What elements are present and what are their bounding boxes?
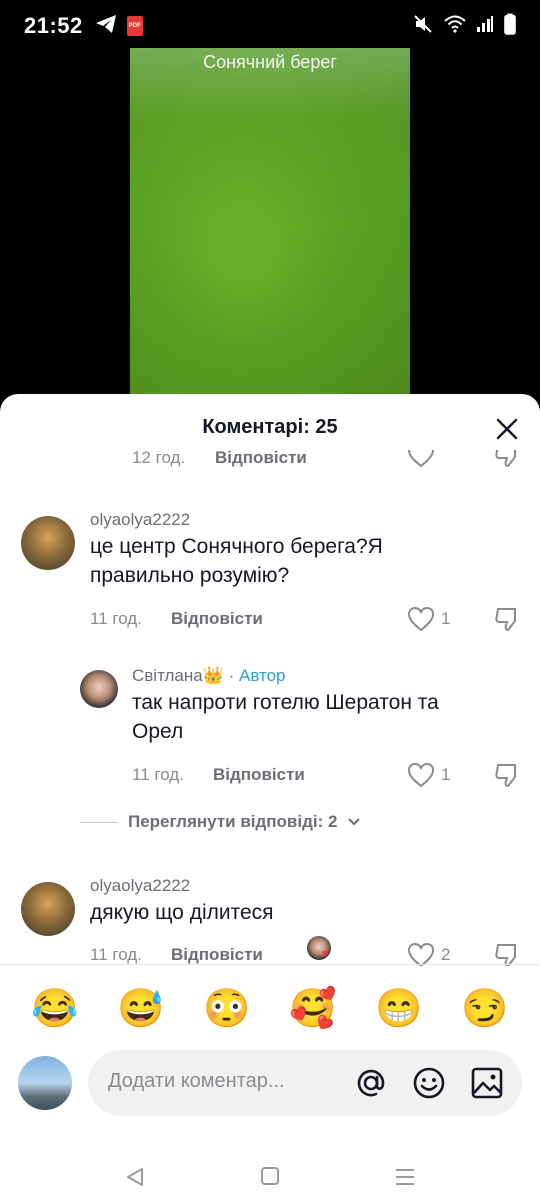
user-avatar[interactable] bbox=[18, 1056, 72, 1110]
emoji-button[interactable]: 😏 bbox=[460, 984, 510, 1034]
comment-time: 12 год. bbox=[132, 450, 186, 467]
comment-text-line: це центр Сонячного берега?Я bbox=[90, 535, 383, 558]
separator: · bbox=[223, 666, 239, 685]
like-button[interactable]: 2 bbox=[407, 942, 450, 966]
comment-text-line: Орел bbox=[132, 720, 184, 743]
avatar[interactable] bbox=[21, 882, 75, 936]
dislike-icon[interactable] bbox=[493, 942, 521, 966]
comment-text-line: дякую що ділитеся bbox=[90, 901, 274, 924]
home-icon[interactable] bbox=[260, 1166, 280, 1191]
reply-button[interactable]: Відповісти bbox=[171, 609, 263, 629]
heart-icon bbox=[407, 942, 435, 966]
heart-badge-icon: ♥ bbox=[322, 948, 329, 960]
like-count: 1 bbox=[441, 765, 451, 784]
comment-text-line: так напроти готелю Шератон та bbox=[132, 691, 439, 714]
divider bbox=[0, 964, 540, 965]
reply-button[interactable]: Відповісти bbox=[215, 450, 307, 468]
image-icon[interactable] bbox=[468, 1064, 506, 1102]
emoji-button[interactable]: 🥰 bbox=[288, 984, 338, 1034]
comment-time: 11 год. bbox=[90, 945, 142, 964]
username-text: Світлана bbox=[132, 666, 203, 685]
system-nav-bar bbox=[0, 1154, 540, 1200]
comment-input-row: Додати коментар... bbox=[0, 1050, 540, 1118]
comment-username[interactable]: olyaolya2222 bbox=[90, 510, 190, 530]
back-icon[interactable] bbox=[124, 1166, 146, 1193]
mention-icon[interactable] bbox=[352, 1064, 390, 1102]
avatar[interactable] bbox=[80, 670, 118, 708]
comments-list[interactable]: 12 год. Відповісти olyaolya2222 це центр… bbox=[0, 450, 540, 966]
video-caption: Сонячний берег bbox=[203, 52, 337, 72]
emoji-button[interactable]: 😅 bbox=[116, 984, 166, 1034]
comments-title: Коментарі: 25 bbox=[202, 416, 338, 438]
video-player[interactable] bbox=[130, 48, 410, 398]
dislike-icon[interactable] bbox=[493, 450, 521, 473]
view-replies-label: Переглянути відповіді: 2 bbox=[128, 812, 338, 831]
divider-line bbox=[80, 821, 118, 823]
like-count: 1 bbox=[441, 609, 451, 628]
comment-text-line: правильно розумію? bbox=[90, 564, 290, 587]
heart-icon bbox=[407, 606, 435, 632]
emoji-picker-icon[interactable] bbox=[410, 1064, 448, 1102]
dislike-icon[interactable] bbox=[493, 762, 521, 793]
emoji-button[interactable]: 😂 bbox=[30, 984, 80, 1034]
comment-partial: 12 год. Відповісти bbox=[0, 450, 540, 472]
comment-username[interactable]: Світлана👑 · Автор bbox=[132, 666, 286, 686]
like-button[interactable]: 1 bbox=[407, 606, 450, 632]
comment-time: 11 год. bbox=[90, 609, 142, 628]
emoji-button[interactable]: 😳 bbox=[202, 984, 252, 1034]
like-count: 2 bbox=[441, 945, 451, 964]
emoji-button[interactable]: 😁 bbox=[374, 984, 424, 1034]
signal-icon bbox=[476, 15, 494, 38]
recents-icon[interactable] bbox=[394, 1166, 416, 1193]
view-replies-button[interactable]: Переглянути відповіді: 2 bbox=[80, 812, 361, 832]
heart-icon bbox=[407, 450, 435, 468]
telegram-icon bbox=[95, 14, 117, 39]
comment-text: це центр Сонячного берега?Я правильно ро… bbox=[90, 532, 383, 590]
heart-icon bbox=[407, 762, 435, 788]
crown-icon: 👑 bbox=[202, 666, 224, 685]
wifi-icon bbox=[444, 15, 466, 38]
comment-time: 11 год. bbox=[132, 765, 184, 784]
comment-item: olyaolya2222 дякую що ділитеся 11 год. В… bbox=[0, 876, 540, 966]
comment-input[interactable]: Додати коментар... bbox=[88, 1050, 522, 1116]
comment-item: olyaolya2222 це центр Сонячного берега?Я… bbox=[0, 510, 540, 640]
dislike-icon[interactable] bbox=[493, 606, 521, 637]
emoji-bar: 😂 😅 😳 🥰 😁 😏 bbox=[0, 984, 540, 1034]
reply-button[interactable]: Відповісти bbox=[171, 945, 263, 965]
like-button[interactable] bbox=[407, 450, 435, 468]
comment-text: дякую що ділитеся bbox=[90, 898, 274, 927]
reply-button[interactable]: Відповісти bbox=[213, 765, 305, 785]
close-icon[interactable] bbox=[494, 416, 520, 442]
like-button[interactable]: 1 bbox=[407, 762, 450, 788]
chevron-down-icon bbox=[348, 818, 361, 826]
comment-text: так напроти готелю Шератон та Орел bbox=[132, 688, 439, 746]
author-badge: Автор bbox=[239, 666, 286, 685]
status-time: 21:52 bbox=[24, 13, 83, 38]
status-bar: 21:52 PDF bbox=[0, 0, 540, 52]
avatar[interactable] bbox=[21, 516, 75, 570]
comments-sheet: Коментарі: 25 12 год. Відповісти olyaoly… bbox=[0, 394, 540, 1200]
comment-username[interactable]: olyaolya2222 bbox=[90, 876, 190, 896]
mute-icon bbox=[412, 13, 434, 40]
pdf-icon: PDF bbox=[126, 16, 143, 36]
battery-icon bbox=[504, 13, 516, 40]
comment-placeholder: Додати коментар... bbox=[108, 1070, 285, 1092]
reply-item: Світлана👑 · Автор так напроти готелю Шер… bbox=[0, 666, 540, 796]
